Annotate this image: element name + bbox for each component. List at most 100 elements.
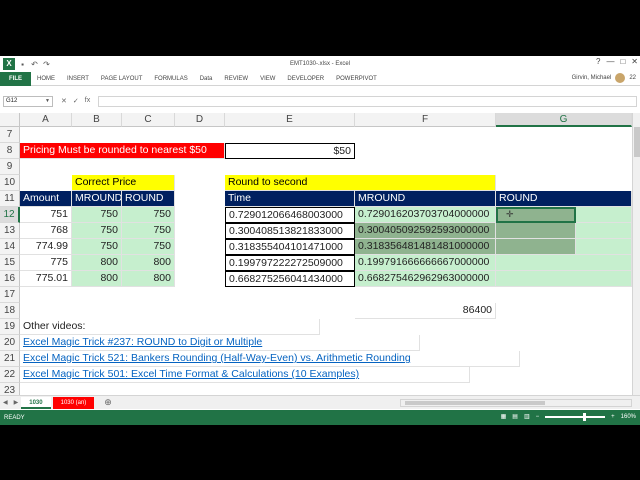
row-header-15[interactable]: 15: [0, 255, 20, 271]
horizontal-scroll-thumb[interactable]: [405, 401, 545, 405]
tab-formulas[interactable]: FORMULAS: [148, 72, 193, 86]
worksheet-grid[interactable]: A B C D E F G 7 8 9 10 11 12 13 14 15 16…: [0, 113, 632, 395]
redo-icon[interactable]: ↷: [42, 60, 51, 69]
cell-b11[interactable]: MROUND: [72, 191, 122, 207]
cell-a12[interactable]: 751: [20, 207, 72, 223]
cell-f16[interactable]: 0.668275462962963000000: [355, 271, 496, 287]
vertical-scrollbar[interactable]: [632, 113, 640, 395]
cell-b13[interactable]: 750: [72, 223, 122, 239]
cell-c14[interactable]: 750: [122, 239, 175, 255]
cell-c12[interactable]: 750: [122, 207, 175, 223]
add-sheet-icon[interactable]: ⊕: [104, 397, 112, 408]
cell-c11[interactable]: ROUND: [122, 191, 175, 207]
name-box[interactable]: G12 ▼: [3, 95, 53, 107]
horizontal-scrollbar[interactable]: [400, 399, 632, 407]
cell-f12[interactable]: 0.729016203703704000000: [355, 207, 496, 223]
cell-g16[interactable]: [496, 271, 632, 287]
minimize-button[interactable]: —: [606, 57, 614, 66]
column-header-c[interactable]: C: [122, 113, 175, 127]
normal-view-icon[interactable]: ▦: [501, 413, 507, 420]
vertical-scroll-thumb[interactable]: [634, 127, 640, 157]
sheet-next-icon[interactable]: ▶: [11, 399, 22, 406]
cell-a15[interactable]: 775: [20, 255, 72, 271]
zoom-level[interactable]: 160%: [621, 414, 636, 420]
row-header-18[interactable]: 18: [0, 303, 20, 319]
row-header-12[interactable]: 12: [0, 207, 20, 223]
sheet-prev-icon[interactable]: ◀: [0, 399, 11, 406]
page-break-view-icon[interactable]: ▥: [524, 413, 530, 420]
column-header-a[interactable]: A: [20, 113, 72, 127]
row-header-8[interactable]: 8: [0, 143, 20, 159]
row-header-19[interactable]: 19: [0, 319, 20, 335]
cell-f14[interactable]: 0.318356481481481000000: [355, 239, 496, 255]
row-header-17[interactable]: 17: [0, 287, 20, 303]
cell-e11[interactable]: Time: [225, 191, 355, 207]
zoom-slider[interactable]: [545, 412, 606, 421]
select-all-corner[interactable]: [0, 113, 20, 127]
video-link-521[interactable]: Excel Magic Trick 521: Bankers Rounding …: [20, 351, 520, 367]
sheet-tab-1030[interactable]: 1030: [21, 396, 51, 409]
sheet-tab-1030-an[interactable]: 1030 (an): [52, 396, 95, 409]
cell-c13[interactable]: 750: [122, 223, 175, 239]
cancel-icon[interactable]: ✕: [61, 97, 67, 105]
cell-a19[interactable]: Other videos:: [20, 319, 320, 335]
formula-input[interactable]: [98, 95, 637, 107]
tab-home[interactable]: HOME: [31, 72, 61, 86]
cell-b10[interactable]: Correct Price: [72, 175, 175, 191]
save-icon[interactable]: ▪: [18, 60, 27, 69]
cell-a8[interactable]: Pricing Must be rounded to nearest $50: [20, 143, 225, 159]
tab-page-layout[interactable]: PAGE LAYOUT: [95, 72, 148, 86]
column-header-f[interactable]: F: [355, 113, 496, 127]
cell-f18[interactable]: 86400: [355, 303, 496, 319]
cell-e15[interactable]: 0.199797222272509000: [225, 255, 355, 271]
column-header-g[interactable]: G: [496, 113, 632, 127]
column-header-b[interactable]: B: [72, 113, 122, 127]
cell-g11[interactable]: ROUND: [496, 191, 632, 207]
insert-function-icon[interactable]: fx: [85, 97, 90, 105]
cell-e14[interactable]: 0.318355404101471000: [225, 239, 355, 255]
video-link-501[interactable]: Excel Magic Trick 501: Excel Time Format…: [20, 367, 470, 383]
close-button[interactable]: ✕: [631, 57, 638, 66]
cell-a13[interactable]: 768: [20, 223, 72, 239]
user-account[interactable]: Girvin, Michael 22: [572, 73, 636, 83]
tab-data[interactable]: Data: [194, 72, 219, 86]
cell-f11[interactable]: MROUND: [355, 191, 496, 207]
cell-b16[interactable]: 800: [72, 271, 122, 287]
row-header-9[interactable]: 9: [0, 159, 20, 175]
row-header-11[interactable]: 11: [0, 191, 20, 207]
row-header-7[interactable]: 7: [0, 127, 20, 143]
undo-icon[interactable]: ↶: [30, 60, 39, 69]
tab-review[interactable]: REVIEW: [218, 72, 254, 86]
row-header-10[interactable]: 10: [0, 175, 20, 191]
cell-f13[interactable]: 0.300405092592593000000: [355, 223, 496, 239]
cell-e8[interactable]: $50: [225, 143, 355, 159]
cell-g13[interactable]: [496, 223, 576, 239]
help-button[interactable]: ?: [596, 57, 600, 66]
cell-g14[interactable]: [496, 239, 576, 255]
row-header-20[interactable]: 20: [0, 335, 20, 351]
maximize-button[interactable]: □: [620, 57, 625, 66]
row-header-22[interactable]: 22: [0, 367, 20, 383]
cell-e10[interactable]: Round to second: [225, 175, 496, 191]
cell-g15[interactable]: [496, 255, 632, 271]
row-header-21[interactable]: 21: [0, 351, 20, 367]
tab-file[interactable]: FILE: [0, 71, 31, 86]
cell-c15[interactable]: 800: [122, 255, 175, 271]
cell-b12[interactable]: 750: [72, 207, 122, 223]
tab-developer[interactable]: DEVELOPER: [281, 72, 330, 86]
cell-a11[interactable]: Amount: [20, 191, 72, 207]
column-header-e[interactable]: E: [225, 113, 355, 127]
cell-a16[interactable]: 775.01: [20, 271, 72, 287]
column-header-d[interactable]: D: [175, 113, 225, 127]
zoom-in-icon[interactable]: +: [611, 414, 615, 420]
cell-c16[interactable]: 800: [122, 271, 175, 287]
row-header-16[interactable]: 16: [0, 271, 20, 287]
tab-powerpivot[interactable]: POWERPIVOT: [330, 72, 383, 86]
zoom-slider-knob[interactable]: [583, 412, 587, 421]
cell-e16[interactable]: 0.668275256041434000: [225, 271, 355, 287]
row-header-23[interactable]: 23: [0, 383, 20, 395]
cell-a14[interactable]: 774.99: [20, 239, 72, 255]
zoom-out-icon[interactable]: −: [536, 414, 540, 420]
tab-insert[interactable]: INSERT: [61, 72, 95, 86]
page-layout-view-icon[interactable]: ▤: [512, 413, 518, 420]
